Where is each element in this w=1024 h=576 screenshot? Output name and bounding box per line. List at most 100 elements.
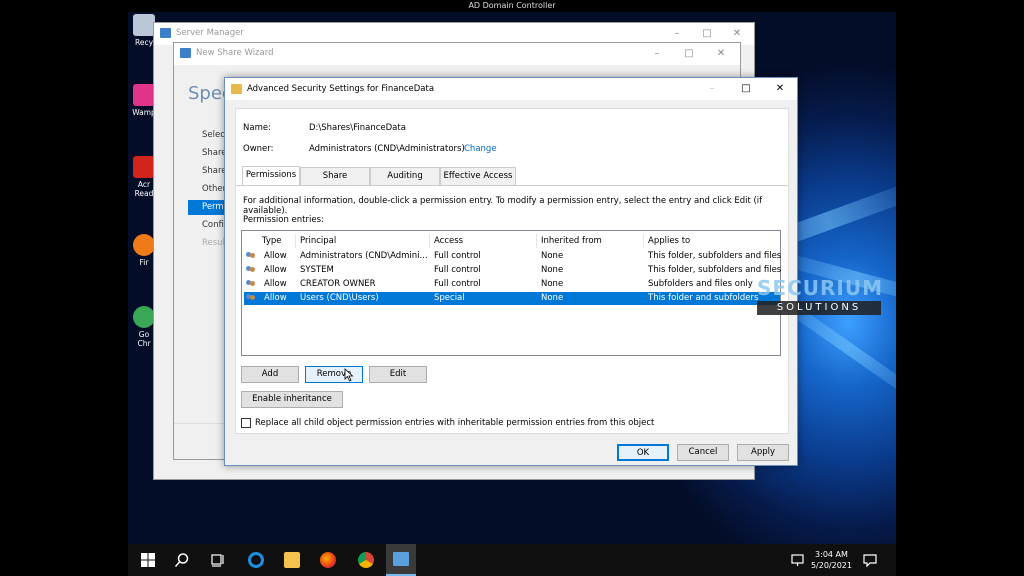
wizard-step-2[interactable]: Share [202, 164, 224, 179]
file-explorer-icon[interactable] [284, 552, 300, 568]
cell-applies: This folder and subfolders [648, 293, 759, 303]
folder-icon [231, 84, 242, 94]
wizard-titlebar[interactable]: New Share Wizard – □ ✕ [174, 43, 740, 65]
minimize-icon[interactable]: – [670, 27, 684, 41]
cell-type: Allow [264, 279, 287, 289]
column-header-applies-to[interactable]: Applies to [644, 234, 780, 248]
edit-button[interactable]: Edit [369, 366, 427, 383]
dialog-titlebar[interactable]: Advanced Security Settings for FinanceDa… [225, 78, 797, 100]
users-icon [246, 280, 256, 289]
minimize-icon: – [709, 83, 715, 94]
wizard-step-1[interactable]: Share [202, 146, 224, 161]
owner-change-link[interactable]: Change [464, 144, 497, 154]
cell-principal: CREATOR OWNER [300, 279, 376, 289]
server-manager-taskbar-icon [393, 552, 409, 566]
start-windows-icon[interactable] [140, 552, 156, 568]
users-icon [246, 252, 256, 261]
wizard-step-5[interactable]: Confi [202, 218, 224, 233]
replace-entries-label: Replace all child object permission entr… [255, 418, 655, 428]
owner-value: Administrators (CND\Administrators) [309, 144, 465, 154]
mouse-cursor-icon [344, 368, 354, 382]
network-icon[interactable] [790, 552, 806, 568]
info-text: For additional information, double-click… [243, 196, 763, 216]
advanced-security-dialog[interactable]: Advanced Security Settings for FinanceDa… [224, 77, 798, 466]
wizard-icon [180, 48, 191, 58]
vm-window-title: AD Domain Controller [0, 0, 1024, 12]
users-icon [246, 294, 256, 303]
minimize-icon[interactable]: – [650, 47, 664, 61]
server-manager-title: Server Manager [176, 28, 244, 38]
column-header-principal[interactable]: Principal [296, 234, 430, 248]
cell-type: Allow [264, 265, 287, 275]
owner-label: Owner: [243, 144, 274, 154]
taskbar-clock[interactable]: 3:04 AM 5/20/2021 [811, 549, 852, 571]
cell-inherited: None [541, 251, 564, 261]
search-icon[interactable] [174, 552, 190, 568]
enable-inheritance-button[interactable]: Enable inheritance [241, 391, 343, 408]
apply-button[interactable]: Apply [737, 444, 789, 461]
firefox-icon [133, 234, 155, 256]
server-manager-taskbar-button[interactable] [386, 544, 416, 576]
users-icon [246, 266, 256, 275]
internet-explorer-icon[interactable] [248, 552, 264, 568]
add-button[interactable]: Add [241, 366, 299, 383]
task-view-icon[interactable] [210, 552, 226, 568]
replace-entries-checkbox[interactable] [241, 418, 251, 428]
wizard-step-6[interactable]: Resul [202, 236, 224, 251]
wizard-title: New Share Wizard [196, 48, 274, 58]
wizard-step-0[interactable]: Select [202, 128, 224, 143]
close-icon[interactable]: ✕ [714, 47, 728, 61]
permission-entry-row[interactable]: Allow CREATOR OWNER Full control None Subfol… [244, 278, 780, 291]
cell-principal: Administrators (CND\Admini... [300, 251, 428, 261]
wizard-step-4[interactable]: Permi [188, 200, 224, 215]
wamp-icon [133, 84, 155, 106]
cancel-button[interactable]: Cancel [677, 444, 729, 461]
maximize-icon[interactable]: □ [700, 27, 714, 41]
tab-permissions[interactable]: Permissions [242, 166, 300, 185]
maximize-icon[interactable]: □ [739, 82, 753, 96]
name-value: D:\Shares\FinanceData [309, 123, 406, 133]
close-icon[interactable]: ✕ [773, 82, 787, 96]
server-manager-icon [160, 28, 171, 38]
permission-entries-label: Permission entries: [243, 215, 324, 225]
tab-auditing[interactable]: Auditing [370, 167, 440, 185]
cell-type: Allow [264, 251, 287, 261]
cell-inherited: None [541, 265, 564, 275]
cell-applies: This folder, subfolders and files [648, 251, 782, 261]
taskbar-date: 5/20/2021 [810, 561, 852, 570]
column-header-inherited-from[interactable]: Inherited from [537, 234, 644, 248]
remove-button[interactable]: Remove [305, 366, 363, 383]
taskbar-time: 3:04 AM [815, 550, 848, 559]
notification-icon[interactable] [862, 552, 878, 568]
chrome-taskbar-icon[interactable] [358, 552, 374, 568]
dialog-title: Advanced Security Settings for FinanceDa… [247, 84, 435, 94]
firefox-taskbar-icon[interactable] [320, 552, 336, 568]
column-header-access[interactable]: Access [430, 234, 537, 248]
cell-type: Allow [264, 293, 287, 303]
cell-applies: Subfolders and files only [648, 279, 753, 289]
cell-principal: SYSTEM [300, 265, 334, 275]
cell-inherited: None [541, 279, 564, 289]
taskbar: 3:04 AM 5/20/2021 [128, 544, 896, 576]
permission-entries-list[interactable]: Type Principal Access Inherited from App… [241, 230, 781, 356]
column-header-type[interactable]: Type [258, 234, 296, 248]
wizard-step-3[interactable]: Other [202, 182, 224, 197]
watermark-top-text: SECURIUM [757, 276, 883, 300]
name-label: Name: [243, 123, 271, 133]
recycle-bin-icon [133, 14, 155, 36]
acrobat-icon [133, 156, 155, 178]
ok-button[interactable]: OK [617, 444, 669, 461]
permission-entry-row[interactable]: Allow Administrators (CND\Admini... Full c… [244, 250, 782, 263]
permission-entry-row[interactable]: Allow SYSTEM Full control None This folder, … [244, 264, 781, 277]
cell-inherited: None [541, 293, 564, 303]
cell-access: Full control [434, 251, 481, 261]
maximize-icon[interactable]: □ [682, 47, 696, 61]
tab-effective-access[interactable]: Effective Access [440, 167, 516, 185]
cell-access: Full control [434, 279, 481, 289]
permission-entry-row[interactable]: Allow Users (CND\Users) Special None This fo… [244, 292, 780, 305]
watermark-bottom-text: SOLUTIONS [757, 301, 881, 315]
close-icon[interactable]: ✕ [730, 27, 744, 41]
chrome-icon [133, 306, 155, 328]
cell-access: Full control [434, 265, 481, 275]
tab-share[interactable]: Share [300, 167, 370, 185]
